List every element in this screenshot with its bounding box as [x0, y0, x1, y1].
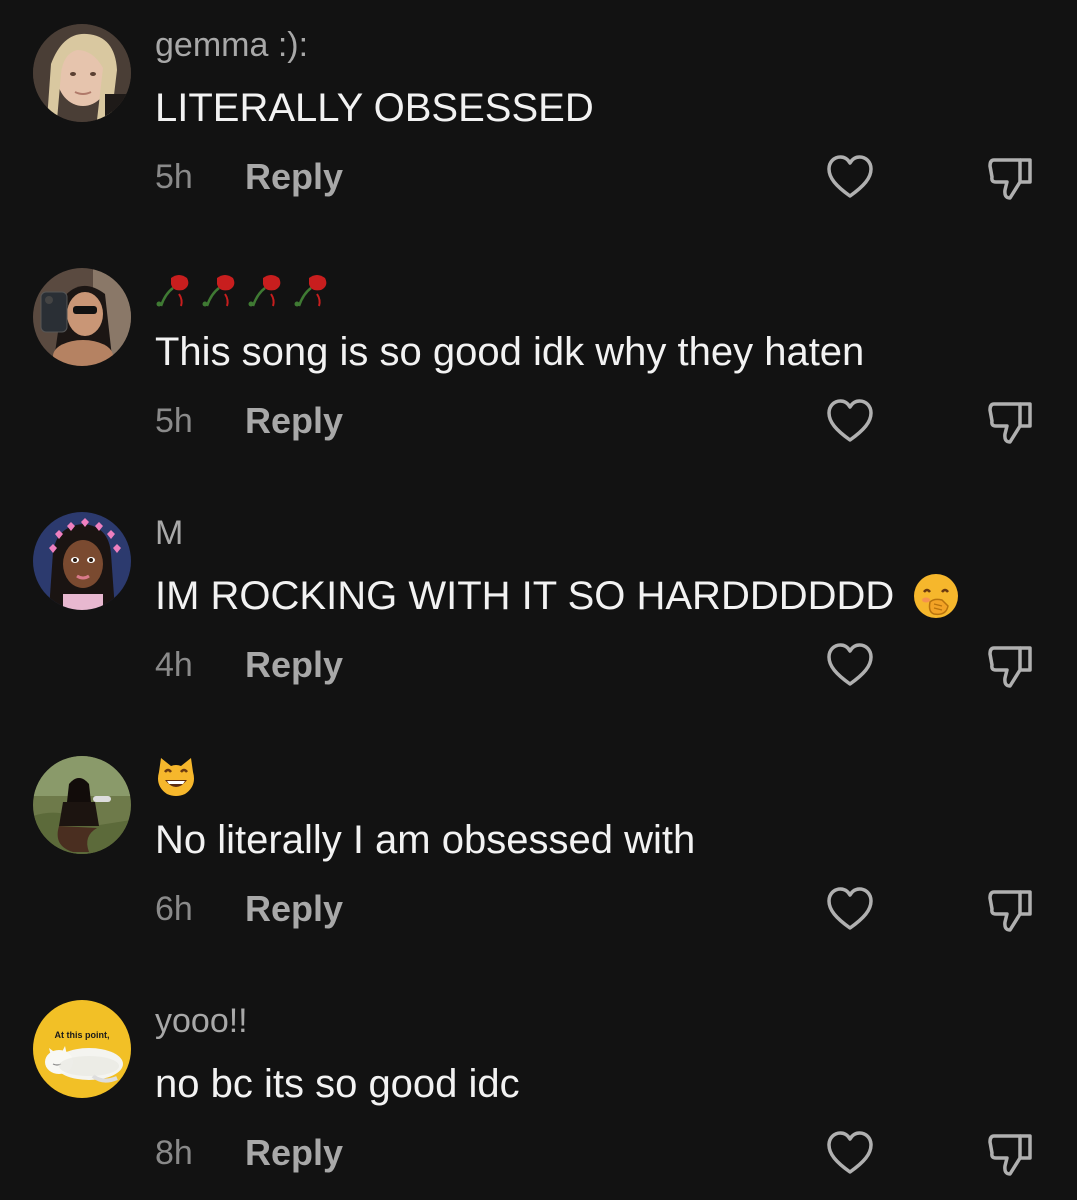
reply-button[interactable]: Reply — [245, 1132, 343, 1174]
avatar-caption: At this point, — [55, 1030, 110, 1040]
heart-icon — [827, 887, 873, 930]
avatar-blonde-selfie-icon — [33, 24, 131, 122]
comment-meta: 4h Reply — [155, 642, 343, 688]
thumbs-down-icon — [988, 646, 1032, 688]
comment-text-content: LITERALLY OBSESSED — [155, 86, 594, 130]
avatar-cartoon-hearts-icon — [33, 512, 131, 610]
reply-button[interactable]: Reply — [245, 644, 343, 686]
like-button[interactable] — [826, 398, 874, 444]
user-avatar[interactable] — [33, 24, 131, 122]
comment-text-content: This song is so good idk why they haten — [155, 330, 865, 374]
comment-item: This song is so good idk why they haten … — [0, 244, 1077, 474]
reply-button[interactable]: Reply — [245, 888, 343, 930]
avatar-outdoor-grass-icon — [33, 756, 131, 854]
dislike-button[interactable] — [986, 642, 1036, 690]
thumbs-down-icon — [988, 1134, 1032, 1176]
thumbs-down-icon — [988, 158, 1032, 200]
comment-text: LITERALLY OBSESSED — [155, 84, 594, 132]
comment-item: No literally I am obsessed with 6h Reply — [0, 732, 1077, 962]
comment-meta: 5h Reply — [155, 154, 343, 200]
user-avatar[interactable] — [33, 756, 131, 854]
comment-username[interactable]: M — [155, 512, 183, 554]
avatar-sleeping-cat-meme-icon: At this point, — [33, 1000, 131, 1098]
heart-icon — [827, 1131, 873, 1174]
comment-meta: 5h Reply — [155, 398, 343, 444]
like-button[interactable] — [826, 154, 874, 200]
comment-item: At this point, yooo!! no bc its so good … — [0, 976, 1077, 1200]
comments-list: gemma :): LITERALLY OBSESSED 5h Reply Th… — [0, 0, 1077, 1200]
like-button[interactable] — [826, 1130, 874, 1176]
comment-timestamp: 8h — [155, 1133, 193, 1172]
comment-timestamp: 4h — [155, 645, 193, 684]
dislike-button[interactable] — [986, 154, 1036, 202]
comment-text-content: no bc its so good idc — [155, 1062, 520, 1106]
dislike-button[interactable] — [986, 886, 1036, 934]
comment-text: No literally I am obsessed with — [155, 816, 695, 864]
like-button[interactable] — [826, 642, 874, 688]
heart-icon — [827, 643, 873, 686]
wilted-roses-emoji-icon — [155, 268, 339, 320]
comment-text: no bc its so good idc — [155, 1060, 520, 1108]
avatar-mirror-selfie-icon — [33, 268, 131, 366]
comment-timestamp: 5h — [155, 157, 193, 196]
grinning-cat-emoji-icon — [155, 756, 197, 808]
thumbs-down-icon — [988, 890, 1032, 932]
comment-text: This song is so good idk why they haten — [155, 328, 864, 376]
comment-username[interactable]: gemma :): — [155, 24, 308, 66]
comment-text: IM ROCKING WITH IT SO HARDDDDDD — [155, 572, 960, 620]
comment-timestamp: 6h — [155, 889, 193, 928]
comment-text-content: No literally I am obsessed with — [155, 818, 696, 862]
comment-username[interactable] — [155, 268, 339, 320]
reply-button[interactable]: Reply — [245, 156, 343, 198]
comment-timestamp: 5h — [155, 401, 193, 440]
reply-button[interactable]: Reply — [245, 400, 343, 442]
comment-username[interactable]: yooo!! — [155, 1000, 248, 1042]
dislike-button[interactable] — [986, 1130, 1036, 1178]
user-avatar[interactable] — [33, 512, 131, 610]
thumbs-down-icon — [988, 402, 1032, 444]
user-avatar[interactable]: At this point, — [33, 1000, 131, 1098]
comment-text-content: IM ROCKING WITH IT SO HARDDDDDD — [155, 574, 895, 618]
comment-meta: 6h Reply — [155, 886, 343, 932]
hand-over-mouth-emoji-icon — [912, 572, 960, 620]
like-button[interactable] — [826, 886, 874, 932]
heart-icon — [827, 155, 873, 198]
comment-username[interactable] — [155, 756, 197, 808]
user-avatar[interactable] — [33, 268, 131, 366]
comment-item: M IM ROCKING WITH IT SO HARDDDDDD 4h Rep… — [0, 488, 1077, 718]
comment-meta: 8h Reply — [155, 1130, 343, 1176]
dislike-button[interactable] — [986, 398, 1036, 446]
comment-item: gemma :): LITERALLY OBSESSED 5h Reply — [0, 0, 1077, 230]
heart-icon — [827, 399, 873, 442]
